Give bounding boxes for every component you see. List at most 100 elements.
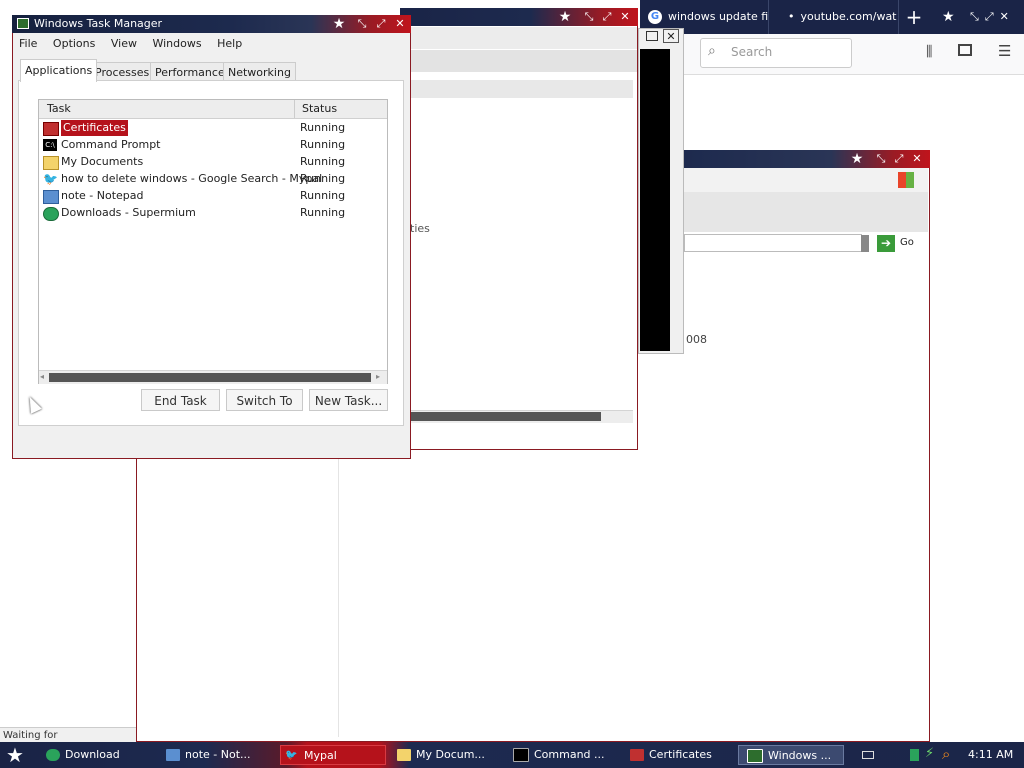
pane-divider bbox=[338, 459, 339, 737]
search-input[interactable]: ⌕ Search bbox=[700, 38, 852, 68]
table-row[interactable]: 🐦 how to delete windows - Google Search … bbox=[43, 171, 383, 187]
go-button-label[interactable]: Go bbox=[900, 237, 914, 248]
browser-toolbar: ⌕ Search ⫼ ☰ bbox=[684, 34, 1024, 75]
table-row[interactable]: C:\ Command Prompt Running bbox=[43, 137, 383, 153]
task-status: Running bbox=[300, 138, 346, 151]
taskbar: ★ Download note - Not... 🐦 Mypal My Docum… bbox=[0, 742, 1024, 768]
browser-tab-strip: ★ ⤡ ⤢ ✕ Gwindows update fi • youtube.com/… bbox=[558, 0, 1024, 34]
rollup-icon[interactable]: ⤡ bbox=[582, 10, 596, 24]
start-button[interactable]: ★ bbox=[6, 743, 24, 767]
go-arrow-icon[interactable]: ➔ bbox=[877, 235, 895, 252]
certificate-icon bbox=[630, 749, 644, 761]
taskbar-item-mypal[interactable]: 🐦 Mypal bbox=[280, 745, 386, 765]
taskbar-item-notepad[interactable]: note - Not... bbox=[166, 745, 274, 765]
taskbar-item-task-manager[interactable]: Windows ... bbox=[738, 745, 844, 765]
close-icon[interactable]: ✕ bbox=[663, 29, 679, 43]
browser-tab-youtube[interactable]: • youtube.com/wat bbox=[788, 0, 899, 34]
taskbar-item-label: Mypal bbox=[304, 749, 337, 762]
new-task-button[interactable]: New Task... bbox=[309, 389, 388, 411]
task-list-scrollbar[interactable]: ◂ ▸ bbox=[39, 370, 387, 384]
keyboard-icon[interactable] bbox=[862, 751, 874, 759]
taskbar-item-command-prompt[interactable]: Command ... bbox=[513, 745, 621, 765]
table-row[interactable]: note - Notepad Running bbox=[43, 188, 383, 204]
search-tray-icon[interactable]: ⌕ bbox=[942, 745, 950, 763]
tab-label: youtube.com/wat bbox=[800, 10, 897, 23]
star-icon: ★ bbox=[558, 9, 572, 25]
globe-icon bbox=[46, 749, 60, 761]
certificates-scrollbar[interactable] bbox=[401, 410, 633, 423]
windows-logo-icon bbox=[898, 172, 914, 188]
task-status: Running bbox=[300, 189, 346, 202]
close-icon[interactable]: ✕ bbox=[393, 17, 407, 31]
scrollbar-thumb[interactable] bbox=[409, 412, 601, 421]
scroll-right-icon[interactable]: ▸ bbox=[376, 372, 380, 381]
certificates-titlebar: ★ ⤡ ⤢ ✕ bbox=[400, 8, 638, 26]
certificates-header bbox=[401, 80, 633, 98]
console-scrollbar[interactable] bbox=[671, 49, 682, 351]
table-row[interactable]: Downloads - Supermium Running bbox=[43, 205, 383, 221]
close-icon[interactable]: ✕ bbox=[618, 10, 632, 24]
maximize-icon[interactable] bbox=[646, 31, 658, 41]
rollup-icon[interactable]: ⤡ bbox=[355, 17, 369, 31]
taskbar-item-label: Windows ... bbox=[768, 749, 832, 762]
switch-to-button[interactable]: Switch To bbox=[226, 389, 303, 411]
scroll-left-icon[interactable]: ◂ bbox=[40, 372, 44, 381]
address-input[interactable] bbox=[684, 234, 862, 252]
notepad-icon bbox=[166, 749, 180, 761]
menu-view[interactable]: View bbox=[111, 37, 137, 50]
star-icon: ★ bbox=[942, 9, 955, 25]
taskbar-item-label: Download bbox=[65, 748, 120, 761]
table-row[interactable]: Certificates Running bbox=[43, 119, 383, 137]
rollup-icon[interactable]: ⤡ bbox=[970, 10, 979, 23]
task-status: Running bbox=[300, 121, 346, 134]
task-status: Running bbox=[300, 206, 346, 219]
taskbar-item-label: My Docum... bbox=[416, 748, 485, 761]
sidebar-icon[interactable] bbox=[958, 44, 972, 56]
menu-options[interactable]: Options bbox=[53, 37, 95, 50]
network-icon[interactable]: ⚡ bbox=[925, 746, 934, 761]
tab-applications[interactable]: Applications bbox=[20, 59, 98, 82]
end-task-button[interactable]: End Task bbox=[141, 389, 220, 411]
tab-performance[interactable]: Performance bbox=[150, 62, 230, 82]
address-scroll bbox=[861, 235, 869, 252]
clock[interactable]: 4:11 AM bbox=[968, 748, 1013, 761]
menu-windows[interactable]: Windows bbox=[152, 37, 201, 50]
new-tab-button[interactable]: + bbox=[904, 0, 924, 34]
rollup-icon[interactable]: ⤡ bbox=[874, 152, 888, 166]
tray-green-icon[interactable] bbox=[910, 749, 919, 761]
tab-networking[interactable]: Networking bbox=[223, 62, 296, 82]
task-list[interactable]: Task Status Certificates Running C:\ Com… bbox=[38, 99, 388, 384]
dot-icon: • bbox=[788, 10, 795, 23]
column-status[interactable]: Status bbox=[302, 102, 337, 115]
certificates-menubar bbox=[401, 27, 637, 49]
maximize-icon[interactable]: ⤢ bbox=[600, 10, 614, 24]
task-name: Certificates bbox=[60, 119, 129, 137]
close-icon[interactable]: ✕ bbox=[910, 152, 924, 166]
maximize-icon[interactable]: ⤢ bbox=[374, 17, 388, 31]
task-status: Running bbox=[300, 172, 346, 185]
menu-icon[interactable]: ☰ bbox=[998, 42, 1011, 60]
maximize-icon[interactable]: ⤢ bbox=[985, 10, 994, 23]
star-icon: ★ bbox=[850, 151, 864, 167]
browser-window-controls[interactable]: ⤡ ⤢ ✕ bbox=[970, 0, 1024, 34]
menu-file[interactable]: File bbox=[19, 37, 37, 50]
close-icon[interactable]: ✕ bbox=[1000, 10, 1009, 23]
tab-processes[interactable]: Processes bbox=[90, 62, 155, 82]
certificates-toolbar bbox=[401, 50, 637, 72]
task-manager-titlebar[interactable]: Windows Task Manager ★ ⤡ ⤢ ✕ bbox=[12, 15, 411, 33]
scrollbar-thumb[interactable] bbox=[49, 373, 371, 382]
list-header: Task Status bbox=[39, 100, 387, 119]
taskbar-item-my-documents[interactable]: My Docum... bbox=[397, 745, 505, 765]
menu-help[interactable]: Help bbox=[217, 37, 242, 50]
maximize-icon[interactable]: ⤢ bbox=[892, 152, 906, 166]
taskbar-item-certificates[interactable]: Certificates bbox=[630, 745, 734, 765]
library-icon[interactable]: ⫼ bbox=[926, 44, 932, 60]
taskbar-item-downloads[interactable]: Download bbox=[46, 745, 156, 765]
background-window-titlebar: ★ ⤡ ⤢ ✕ bbox=[684, 150, 930, 168]
console-area[interactable] bbox=[640, 49, 670, 351]
table-row[interactable]: My Documents Running bbox=[43, 154, 383, 170]
column-task[interactable]: Task bbox=[47, 102, 71, 115]
globe-icon bbox=[43, 207, 59, 221]
task-name: how to delete windows - Google Search - … bbox=[61, 172, 323, 185]
tab-label: windows update fi bbox=[668, 10, 769, 23]
